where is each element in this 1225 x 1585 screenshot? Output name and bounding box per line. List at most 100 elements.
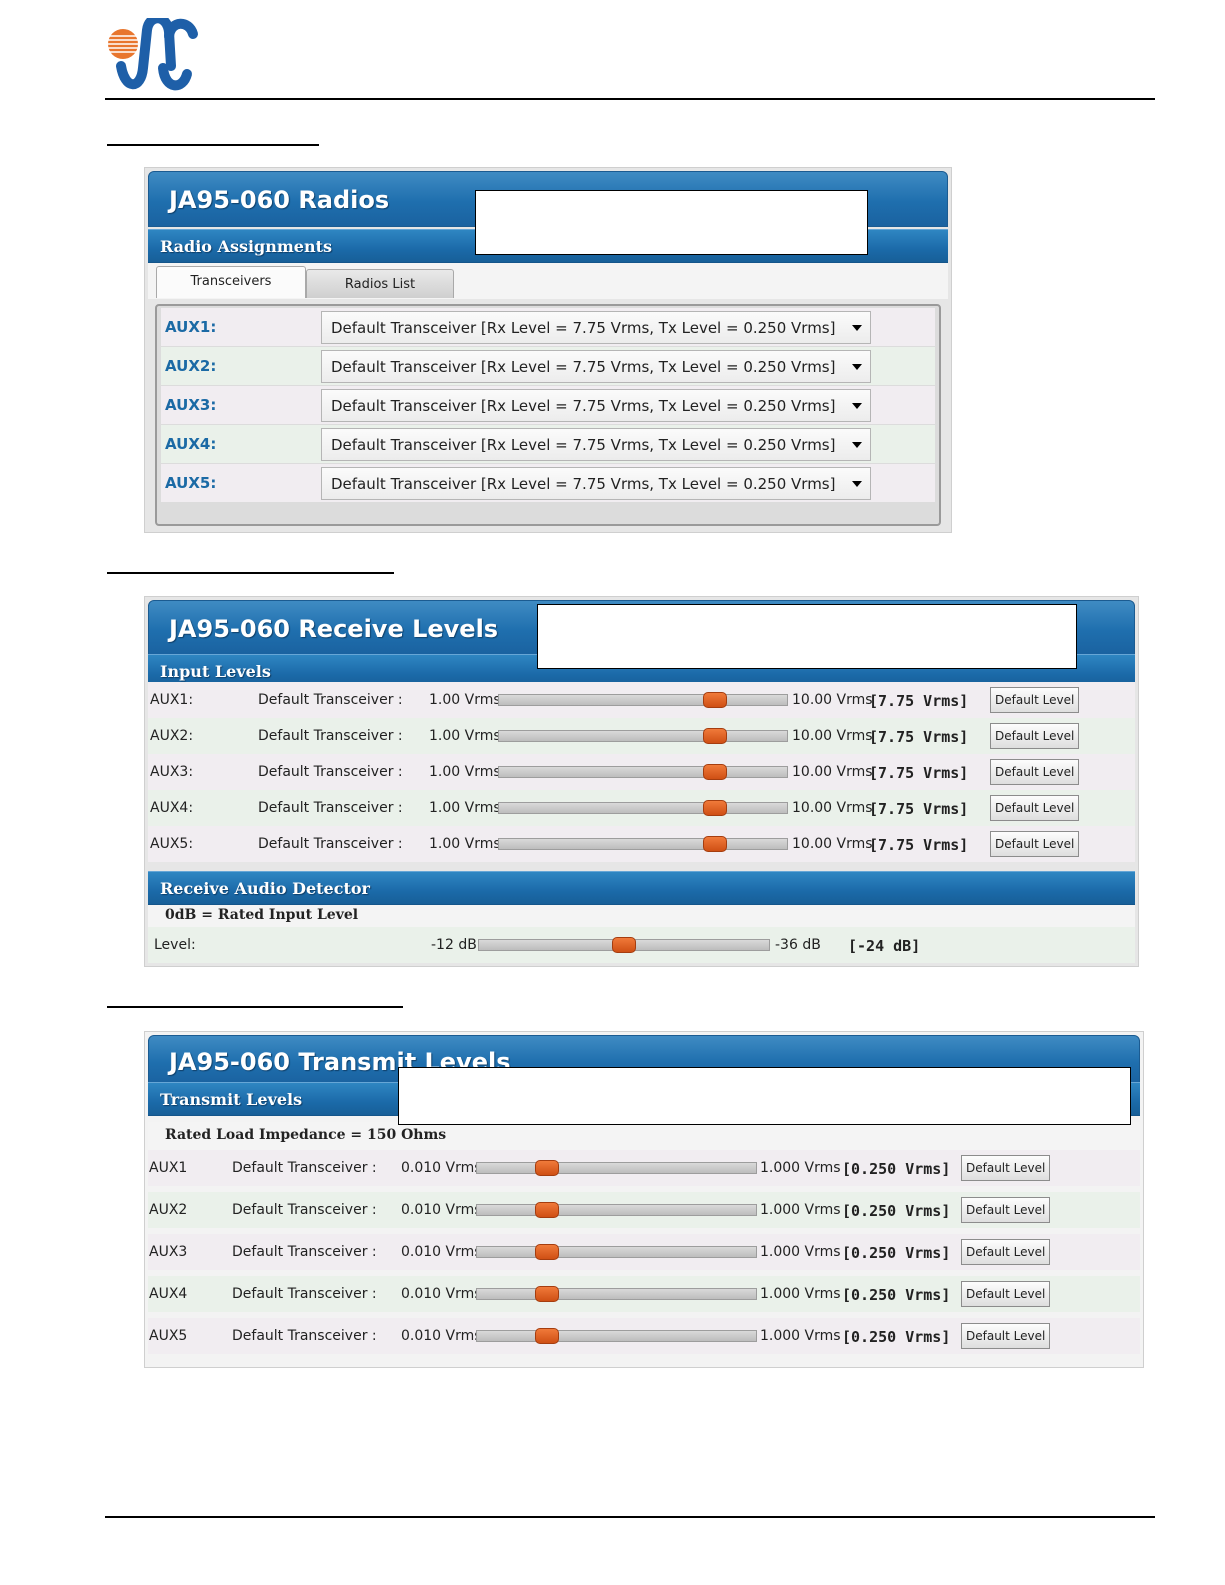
- transmit-level-slider[interactable]: [476, 1160, 757, 1176]
- input-min-label: 1.00 Vrms: [429, 836, 501, 852]
- section-underline-transmit: [107, 1006, 403, 1008]
- radio-assignment-row: AUX4: Default Transceiver [Rx Level = 7.7…: [161, 425, 935, 463]
- transmit-level-slider[interactable]: [476, 1286, 757, 1302]
- transmit-level-row: AUX1 Default Transceiver : 0.010 Vrms 1.000…: [148, 1150, 1140, 1186]
- detector-note-line: 0dB = Rated Input Level: [148, 905, 1135, 927]
- input-radio-name: Default Transceiver :: [258, 836, 403, 852]
- transmit-aux-label: AUX5: [149, 1328, 188, 1344]
- transmit-current-value: [0.250 Vrms]: [842, 1244, 951, 1262]
- transmit-level-slider-thumb[interactable]: [534, 1328, 559, 1344]
- input-default-level-button[interactable]: Default Level: [990, 759, 1080, 785]
- input-default-level-button[interactable]: Default Level: [990, 831, 1080, 857]
- input-current-value: [7.75 Vrms]: [869, 800, 969, 818]
- redaction-box-receive: [537, 604, 1077, 669]
- transmit-default-level-button[interactable]: Default Level: [961, 1281, 1051, 1307]
- input-radio-name: Default Transceiver :: [258, 728, 403, 744]
- transmit-level-row: AUX3 Default Transceiver : 0.010 Vrms 1.000…: [148, 1234, 1140, 1270]
- transmit-level-slider-thumb[interactable]: [534, 1286, 559, 1302]
- transmit-level-row: AUX4 Default Transceiver : 0.010 Vrms 1.000…: [148, 1276, 1140, 1312]
- input-level-slider-thumb[interactable]: [703, 728, 727, 744]
- transmit-level-slider-thumb[interactable]: [534, 1160, 559, 1176]
- input-level-slider[interactable]: [498, 836, 788, 852]
- input-radio-name: Default Transceiver :: [258, 800, 403, 816]
- transmit-level-row: AUX5 Default Transceiver : 0.010 Vrms 1.000…: [148, 1318, 1140, 1354]
- redaction-box-transmit: [398, 1067, 1131, 1125]
- transmit-current-value: [0.250 Vrms]: [842, 1202, 951, 1220]
- radio-assignment-label: AUX3:: [165, 396, 217, 414]
- input-level-slider[interactable]: [498, 728, 788, 744]
- input-default-level-button[interactable]: Default Level: [990, 795, 1080, 821]
- radio-assignment-select[interactable]: Default Transceiver [Rx Level = 7.75 Vrm…: [321, 428, 871, 461]
- transmit-max-label: 1.000 Vrms: [760, 1286, 841, 1302]
- transmit-aux-label: AUX4: [149, 1286, 188, 1302]
- input-level-slider-thumb[interactable]: [703, 800, 727, 816]
- tab-transceivers[interactable]: Transceivers: [156, 266, 306, 298]
- input-current-value: [7.75 Vrms]: [869, 728, 969, 746]
- transmit-default-level-button[interactable]: Default Level: [961, 1239, 1051, 1265]
- footer-rule: [105, 1516, 1155, 1518]
- radio-assignment-list: AUX1: Default Transceiver [Rx Level = 7.7…: [155, 304, 941, 526]
- chevron-down-icon[interactable]: [852, 325, 862, 331]
- detector-max-label: -36 dB: [775, 937, 821, 953]
- input-level-row: AUX2: Default Transceiver : 1.00 Vrms 10.00…: [148, 718, 1135, 754]
- input-radio-name: Default Transceiver :: [258, 692, 403, 708]
- detector-level-row: Level: -12 dB -36 dB [-24 dB]: [148, 927, 1135, 963]
- header-rule: [105, 98, 1155, 100]
- radio-assignment-select[interactable]: Default Transceiver [Rx Level = 7.75 Vrm…: [321, 350, 871, 383]
- transmit-level-slider-thumb[interactable]: [534, 1244, 559, 1260]
- transmit-radio-name: Default Transceiver :: [232, 1244, 377, 1260]
- detector-slider[interactable]: [478, 937, 770, 953]
- radio-assignment-label: AUX4:: [165, 435, 217, 453]
- input-aux-label: AUX3:: [150, 764, 194, 780]
- transmit-default-level-button[interactable]: Default Level: [961, 1155, 1051, 1181]
- radio-assignment-value: Default Transceiver [Rx Level = 7.75 Vrm…: [331, 436, 836, 454]
- radio-assignment-select[interactable]: Default Transceiver [Rx Level = 7.75 Vrm…: [321, 389, 871, 422]
- input-level-slider[interactable]: [498, 764, 788, 780]
- input-level-slider-thumb[interactable]: [703, 692, 727, 708]
- section-underline-radios: [107, 144, 319, 146]
- transmit-level-slider-thumb[interactable]: [534, 1202, 559, 1218]
- input-max-label: 10.00 Vrms: [792, 692, 873, 708]
- transmit-aux-label: AUX3: [149, 1244, 188, 1260]
- input-level-slider[interactable]: [498, 692, 788, 708]
- input-current-value: [7.75 Vrms]: [869, 764, 969, 782]
- tab-strip: Transceivers Radios List: [148, 263, 948, 299]
- transmit-level-slider[interactable]: [476, 1244, 757, 1260]
- chevron-down-icon[interactable]: [852, 481, 862, 487]
- input-levels-title: Input Levels: [160, 662, 271, 681]
- radio-assignment-value: Default Transceiver [Rx Level = 7.75 Vrm…: [331, 475, 836, 493]
- transmit-level-row: AUX2 Default Transceiver : 0.010 Vrms 1.000…: [148, 1192, 1140, 1228]
- input-aux-label: AUX2:: [150, 728, 194, 744]
- input-level-row: AUX3: Default Transceiver : 1.00 Vrms 10.00…: [148, 754, 1135, 790]
- radio-assignment-select[interactable]: Default Transceiver [Rx Level = 7.75 Vrm…: [321, 467, 871, 500]
- transmit-default-level-button[interactable]: Default Level: [961, 1197, 1051, 1223]
- transmit-default-level-button[interactable]: Default Level: [961, 1323, 1051, 1349]
- input-max-label: 10.00 Vrms: [792, 800, 873, 816]
- section-underline-receive: [107, 572, 394, 574]
- transmit-radio-name: Default Transceiver :: [232, 1328, 377, 1344]
- input-current-value: [7.75 Vrms]: [869, 692, 969, 710]
- transmit-level-slider[interactable]: [476, 1328, 757, 1344]
- chevron-down-icon[interactable]: [852, 403, 862, 409]
- detector-note: 0dB = Rated Input Level: [165, 907, 359, 923]
- input-level-row: AUX5: Default Transceiver : 1.00 Vrms 10.00…: [148, 826, 1135, 862]
- transmit-max-label: 1.000 Vrms: [760, 1244, 841, 1260]
- transmit-level-slider[interactable]: [476, 1202, 757, 1218]
- input-level-slider[interactable]: [498, 800, 788, 816]
- radio-assignment-label: AUX5:: [165, 474, 217, 492]
- detector-min-label: -12 dB: [431, 937, 477, 953]
- input-radio-name: Default Transceiver :: [258, 764, 403, 780]
- transmit-levels-title: Transmit Levels: [160, 1090, 303, 1109]
- detector-slider-thumb[interactable]: [612, 937, 636, 953]
- input-level-row: AUX1: Default Transceiver : 1.00 Vrms 10.00…: [148, 682, 1135, 718]
- transmit-note: Rated Load Impedance = 150 Ohms: [165, 1127, 447, 1143]
- detector-level-label: Level:: [154, 937, 196, 953]
- chevron-down-icon[interactable]: [852, 364, 862, 370]
- input-level-slider-thumb[interactable]: [703, 764, 727, 780]
- tab-radios-list[interactable]: Radios List: [306, 269, 454, 298]
- input-default-level-button[interactable]: Default Level: [990, 723, 1080, 749]
- chevron-down-icon[interactable]: [852, 442, 862, 448]
- input-level-slider-thumb[interactable]: [703, 836, 727, 852]
- radio-assignment-select[interactable]: Default Transceiver [Rx Level = 7.75 Vrm…: [321, 311, 871, 344]
- input-default-level-button[interactable]: Default Level: [990, 687, 1080, 713]
